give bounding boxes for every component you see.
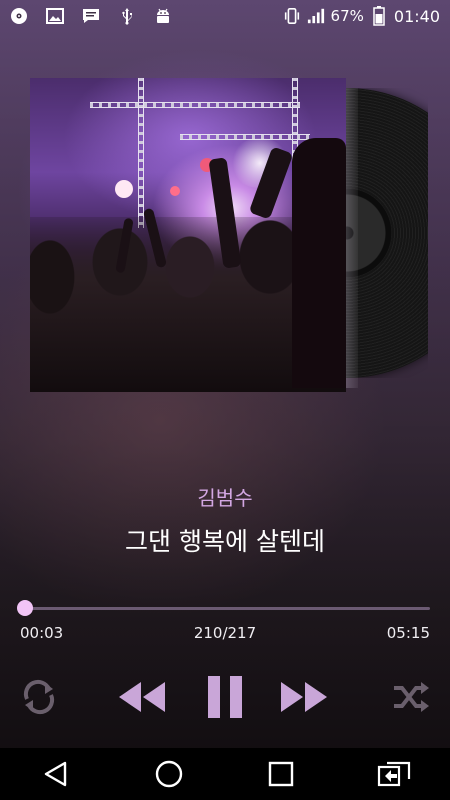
- shuffle-icon: [394, 682, 429, 712]
- next-button[interactable]: [274, 670, 334, 724]
- repeat-button[interactable]: [14, 670, 64, 724]
- progress-thumb[interactable]: [17, 600, 33, 616]
- navigation-bar: [0, 748, 450, 800]
- status-bar-notifications: [10, 7, 172, 25]
- album-art[interactable]: [30, 78, 346, 392]
- switch-app-icon: [377, 761, 410, 787]
- track-position: 210/217: [193, 624, 257, 642]
- repeat-icon: [23, 679, 55, 715]
- home-icon: [155, 760, 182, 788]
- recents-icon: [269, 761, 294, 787]
- recents-button[interactable]: [251, 748, 311, 800]
- battery-percent: 67%: [330, 7, 364, 25]
- status-bar-system: 67% 01:40: [283, 6, 440, 26]
- status-bar: 67% 01:40: [0, 0, 450, 32]
- vibrate-icon: [283, 7, 301, 25]
- pause-button[interactable]: [198, 670, 252, 724]
- battery-icon: [370, 6, 388, 26]
- usb-icon: [118, 7, 136, 25]
- back-button[interactable]: [26, 748, 86, 800]
- cd-icon: [10, 7, 28, 25]
- home-button[interactable]: [139, 748, 199, 800]
- shuffle-button[interactable]: [386, 670, 436, 724]
- message-icon: [82, 7, 100, 25]
- back-icon: [45, 761, 67, 787]
- switch-app-button[interactable]: [364, 748, 424, 800]
- total-duration: 05:15: [386, 624, 430, 642]
- previous-button[interactable]: [112, 670, 172, 724]
- previous-icon: [119, 682, 165, 712]
- next-icon: [281, 682, 327, 712]
- signal-icon: [307, 7, 325, 25]
- image-icon: [46, 7, 64, 25]
- artist-name: 김범수: [197, 486, 253, 510]
- progress-bar[interactable]: [25, 607, 430, 610]
- song-title: 그댄 행복에 살텐데: [125, 527, 325, 556]
- clock: 01:40: [393, 6, 440, 26]
- android-icon: [154, 7, 172, 25]
- pause-icon: [208, 676, 242, 718]
